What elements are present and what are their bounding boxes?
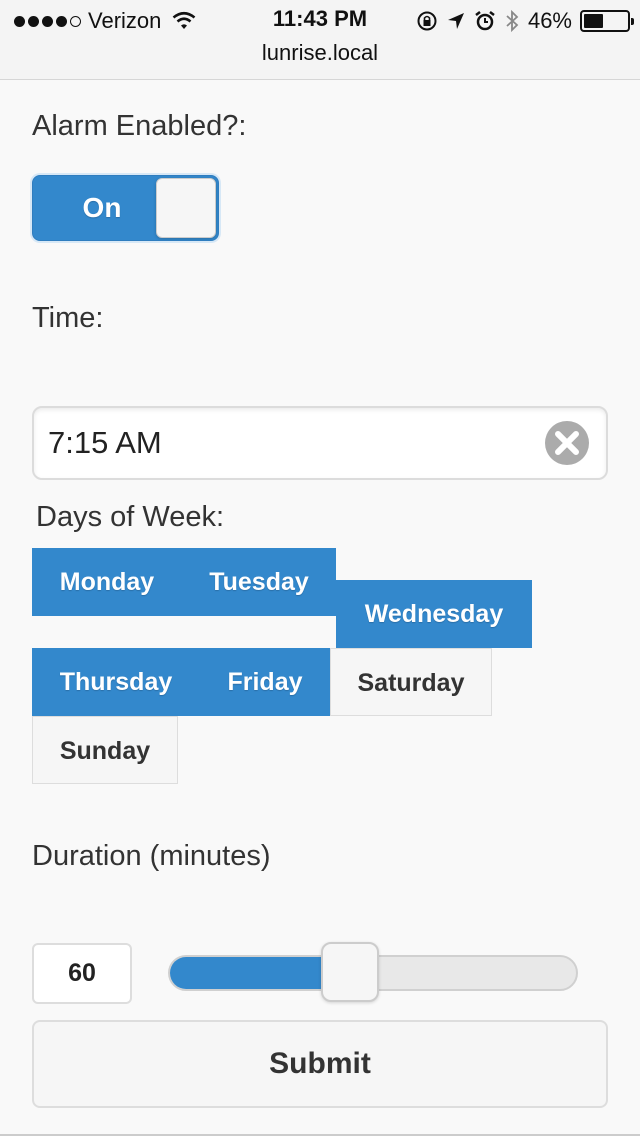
toggle-knob[interactable] xyxy=(156,178,216,238)
toggle-on-label: On xyxy=(82,192,122,223)
alarm-enabled-label: Alarm Enabled?: xyxy=(32,110,247,142)
status-bar: Verizon 11:43 PM 46% lunrise.local xyxy=(0,0,640,80)
day-thursday[interactable]: Thursday xyxy=(32,648,200,716)
duration-slider-handle[interactable] xyxy=(321,942,380,1002)
duration-input[interactable]: 60 xyxy=(32,943,132,1004)
status-right: 46% xyxy=(416,7,634,35)
rotation-lock-icon xyxy=(417,11,437,31)
day-wednesday[interactable]: Wednesday xyxy=(336,580,532,648)
days-of-week-label: Days of Week: xyxy=(36,501,225,533)
day-monday[interactable]: Monday xyxy=(32,548,182,616)
alarm-toggle[interactable]: On xyxy=(32,175,219,241)
day-saturday[interactable]: Saturday xyxy=(330,648,492,716)
time-input[interactable]: 7:15 AM xyxy=(32,406,608,480)
location-icon xyxy=(447,13,464,29)
submit-button[interactable]: Submit xyxy=(32,1020,608,1108)
battery-icon xyxy=(580,10,634,32)
clear-icon[interactable] xyxy=(544,420,590,466)
bluetooth-icon xyxy=(506,9,519,33)
day-friday[interactable]: Friday xyxy=(200,648,330,716)
time-value[interactable]: 7:15 AM xyxy=(48,408,162,478)
time-label: Time: xyxy=(32,302,104,334)
duration-slider-fill xyxy=(170,957,343,989)
day-sunday[interactable]: Sunday xyxy=(32,716,178,784)
url-label: lunrise.local xyxy=(261,40,379,65)
duration-label: Duration (minutes) xyxy=(32,840,271,872)
day-tuesday[interactable]: Tuesday xyxy=(182,548,336,616)
battery-percent: 46% xyxy=(527,8,572,33)
alarm-icon xyxy=(475,11,495,31)
